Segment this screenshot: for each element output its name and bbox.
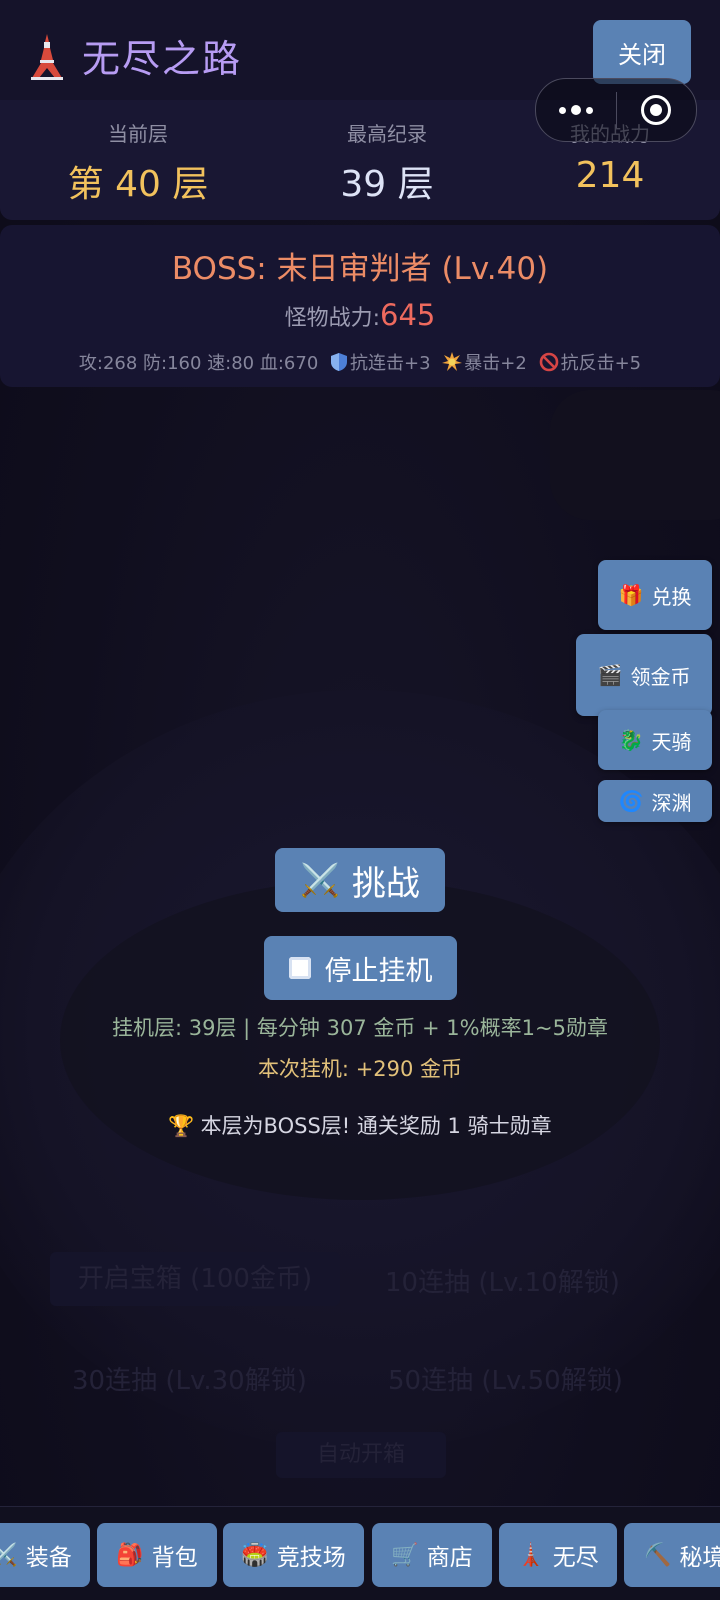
nav-equipment-button[interactable]: ⚔️ 装备 — [0, 1523, 90, 1587]
prohibited-icon — [539, 352, 558, 372]
boss-reward-text: 🏆 本层为BOSS层! 通关奖励 1 骑士勋章 — [0, 1110, 720, 1140]
boss-reward-label: 本层为BOSS层! 通关奖励 1 骑士勋章 — [200, 1114, 552, 1138]
backpack-icon: 🎒 — [116, 1542, 144, 1568]
nav-secret-realm-label: 秘境 — [679, 1545, 720, 1571]
redeem-label: 兑换 — [651, 584, 692, 609]
boss-power-value: 645 — [380, 298, 436, 332]
background-fifty-draw-button: 50连抽 (Lv.50解锁) — [388, 1366, 623, 1396]
abyss-label: 深渊 — [651, 790, 692, 815]
boss-panel: BOSS: 末日审判者 (Lv.40) 怪物战力:645 攻:268 防:160… — [0, 225, 720, 387]
claim-gold-label: 领金币 — [630, 664, 691, 689]
best-record-stat: 最高纪录 39 层 — [267, 118, 507, 207]
pickaxe-icon: ⛏️ — [644, 1542, 672, 1568]
nav-backpack-label: 背包 — [151, 1545, 198, 1571]
spiral-icon: 🌀 — [618, 789, 644, 813]
stadium-icon: 🏟️ — [241, 1542, 269, 1568]
boss-name: BOSS: 末日审判者 (Lv.40) — [171, 251, 549, 287]
stop-square-icon — [288, 957, 311, 979]
exit-miniprogram-button[interactable] — [617, 79, 697, 141]
swords-icon: ⚔️ — [0, 1542, 18, 1568]
background-open-box-button: 开启宝箱 (100金币) — [50, 1252, 340, 1306]
title-group: 无尽之路 — [28, 28, 242, 83]
nav-shop-button[interactable]: 🛒 商店 — [372, 1523, 492, 1587]
cart-icon: 🛒 — [391, 1542, 419, 1568]
nav-shop-label: 商店 — [426, 1545, 473, 1571]
tower-icon: 🗼 — [517, 1542, 545, 1568]
sky-rider-label: 天骑 — [651, 729, 692, 754]
target-circle-icon — [641, 95, 672, 125]
boss-crit: 暴击+2 — [464, 353, 527, 374]
clapper-icon: 🎬 — [597, 663, 623, 687]
boss-power-label: 怪物战力: — [284, 306, 381, 331]
background-auto-open-button: 自动开箱 — [276, 1432, 446, 1478]
crossed-swords-icon: ⚔️ — [300, 861, 340, 899]
challenge-label: 挑战 — [351, 863, 420, 904]
challenge-button[interactable]: ⚔️ 挑战 — [275, 848, 445, 912]
background-ten-draw-button: 10连抽 (Lv.10解锁) — [385, 1268, 620, 1298]
endless-road-screen: 开启宝箱 (100金币) 10连抽 (Lv.10解锁) 30连抽 (Lv.30解… — [0, 0, 720, 1600]
background-thirty-draw-button: 30连抽 (Lv.30解锁) — [72, 1366, 307, 1396]
bottom-nav: ⚔️ 装备 🎒 背包 🏟️ 竞技场 🛒 商店 🗼 无尽 ⛏️ 秘境 — [0, 1506, 720, 1600]
nav-backpack-button[interactable]: 🎒 背包 — [97, 1523, 217, 1587]
redeem-button[interactable]: 🎁 兑换 — [598, 560, 712, 630]
idle-gain-text: 本次挂机: +290 金币 — [257, 1057, 463, 1081]
boss-base-attrs: 攻:268 防:160 速:80 血:670 — [78, 353, 319, 374]
boss-power: 怪物战力:645 — [0, 298, 720, 332]
sky-rider-button[interactable]: 🐉 天骑 — [598, 710, 712, 770]
boss-anti-counter: 抗反击+5 — [560, 353, 642, 374]
my-power-value: 214 — [575, 155, 645, 196]
best-record-label: 最高纪录 — [347, 122, 427, 146]
more-button[interactable] — [536, 79, 616, 141]
dragon-icon: 🐉 — [618, 728, 644, 752]
boss-attributes: 攻:268 防:160 速:80 血:670 抗连击+3 暴击+2 抗反击+5 — [0, 349, 720, 375]
current-floor-stat: 当前层 第 40 层 — [18, 118, 258, 207]
nav-endless-button[interactable]: 🗼 无尽 — [499, 1523, 617, 1587]
close-button[interactable]: 关闭 — [593, 20, 691, 84]
stop-idle-button[interactable]: 停止挂机 — [264, 936, 457, 1000]
current-floor-label: 当前层 — [108, 122, 168, 146]
nav-arena-label: 竞技场 — [276, 1545, 346, 1571]
current-floor-value: 第 40 层 — [67, 164, 209, 205]
background-shape — [550, 390, 720, 520]
stop-idle-label: 停止挂机 — [324, 955, 433, 987]
miniprogram-capsule — [535, 78, 697, 142]
nav-secret-realm-button[interactable]: ⛏️ 秘境 — [624, 1523, 720, 1587]
shield-icon — [331, 353, 348, 371]
claim-gold-button[interactable]: 🎬 领金币 — [576, 634, 712, 716]
explosion-icon — [442, 352, 463, 371]
trophy-icon: 🏆 — [168, 1114, 195, 1138]
boss-anti-combo: 抗连击+3 — [350, 353, 431, 374]
nav-endless-label: 无尽 — [552, 1545, 599, 1571]
tower-icon — [31, 33, 63, 80]
abyss-button[interactable]: 🌀 深渊 — [598, 780, 712, 822]
more-dots-icon — [558, 105, 593, 115]
nav-arena-button[interactable]: 🏟️ 竞技场 — [223, 1523, 364, 1587]
page-title: 无尽之路 — [82, 37, 243, 81]
idle-info-text: 挂机层: 39层 | 每分钟 307 金币 + 1%概率1~5勋章 — [112, 1016, 608, 1040]
gift-icon: 🎁 — [618, 583, 644, 607]
nav-equipment-label: 装备 — [25, 1545, 72, 1571]
best-record-value: 39 层 — [340, 164, 434, 205]
